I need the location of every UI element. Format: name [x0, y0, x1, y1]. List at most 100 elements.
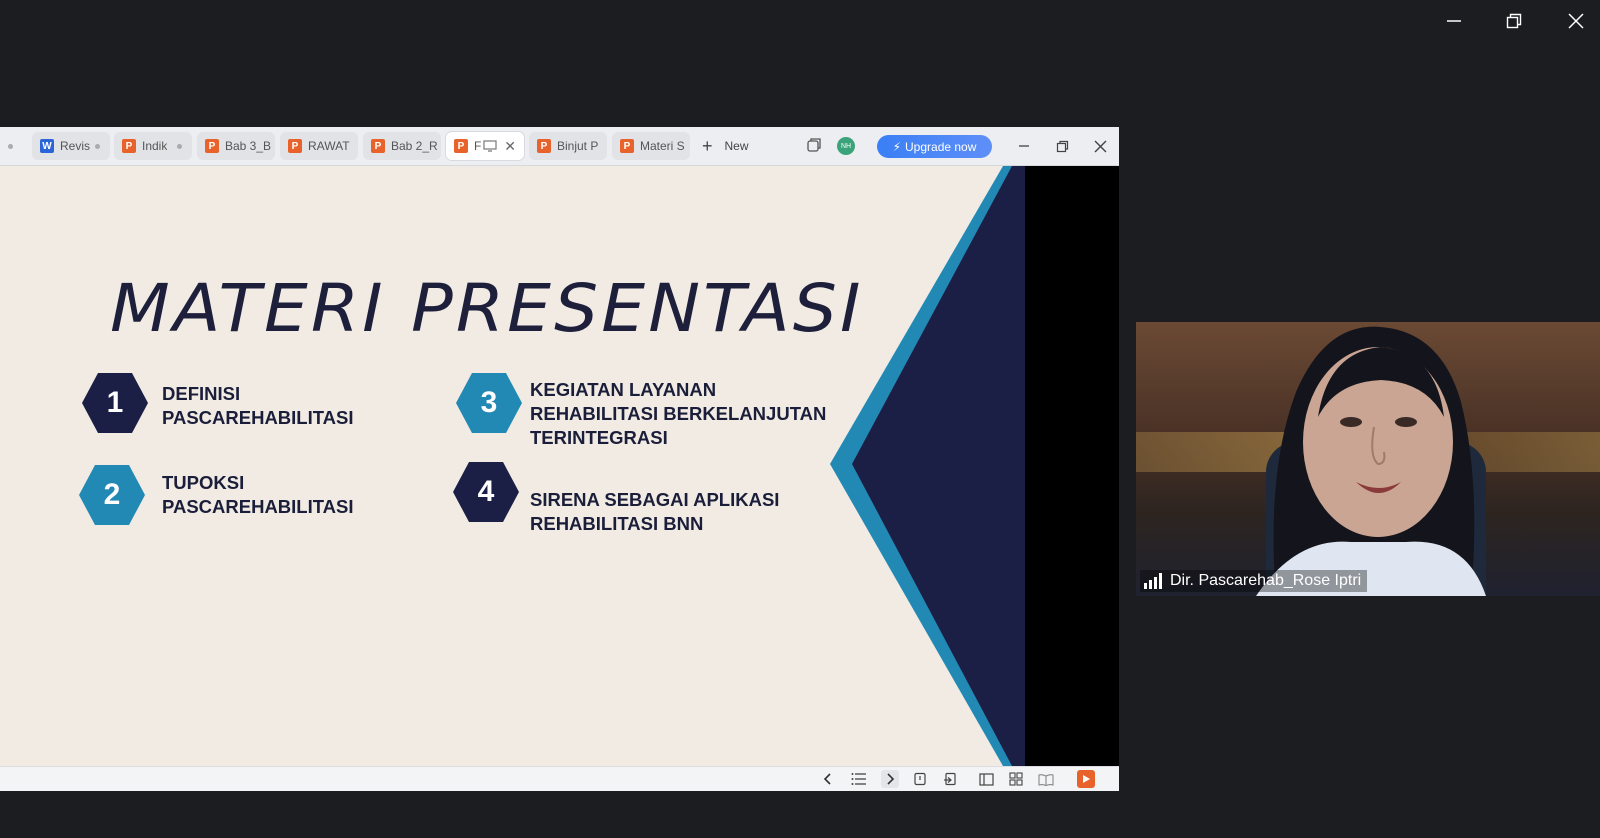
panel-view-icon	[978, 772, 994, 786]
signal-strength-icon	[1144, 573, 1164, 589]
item-text-2: TUPOKSI PASCAREHABILITASI	[162, 471, 354, 519]
ppt-icon: P	[288, 139, 302, 153]
new-tab-button[interactable]: + New	[702, 132, 749, 160]
upgrade-label: Upgrade now	[905, 139, 977, 154]
slideshow-toolbar	[0, 766, 1119, 791]
number-hexagon-1: 1	[82, 373, 148, 433]
previous-slide-button[interactable]	[819, 770, 837, 788]
item-line: PASCAREHABILITASI	[162, 407, 354, 428]
reading-view-button[interactable]	[1037, 770, 1055, 788]
ppt-icon: P	[371, 139, 385, 153]
export-icon	[944, 772, 956, 786]
timer-button[interactable]	[911, 770, 929, 788]
multi-window-icon	[807, 138, 821, 152]
ppt-icon: P	[620, 139, 634, 153]
play-icon	[1083, 775, 1090, 783]
partial-tab-dot	[8, 144, 13, 149]
app-close-button[interactable]	[1085, 133, 1115, 159]
tab-label: Bab 3_B	[225, 139, 272, 153]
participant-name: Dir. Pascarehab_Rose Iptri	[1170, 572, 1362, 589]
tab-label: RAWAT	[308, 139, 350, 153]
tab-presentation-bab3[interactable]: P Bab 3_B	[197, 132, 275, 160]
item-number: 2	[103, 478, 121, 511]
slide-list-button[interactable]	[850, 770, 868, 788]
chevron-right-icon	[887, 773, 895, 785]
item-line: REHABILITASI BERKELANJUTAN	[530, 403, 827, 424]
minimize-icon	[1019, 145, 1029, 147]
export-button[interactable]	[941, 770, 959, 788]
tab-presentation-materi[interactable]: P Materi S	[612, 132, 690, 160]
tab-label: Bab 2_R	[391, 139, 438, 153]
item-number: 1	[106, 386, 124, 419]
ppt-icon: P	[205, 139, 219, 153]
chevron-left-icon	[823, 773, 831, 785]
list-icon	[851, 773, 866, 785]
item-text-3: KEGIATAN LAYANAN REHABILITASI BERKELANJU…	[530, 378, 826, 450]
screen-share-icon	[483, 140, 497, 152]
new-tab-label: New	[724, 139, 749, 153]
plus-icon: +	[702, 135, 713, 156]
play-slideshow-button[interactable]	[1077, 770, 1095, 788]
item-line: TERINTEGRASI	[530, 427, 668, 448]
window-mode-button[interactable]	[806, 137, 822, 158]
tab-presentation-active[interactable]: P F ✕	[446, 132, 524, 160]
app-restore-button[interactable]	[1047, 133, 1077, 159]
normal-view-button[interactable]	[977, 770, 995, 788]
item-number: 4	[477, 475, 495, 508]
lightning-icon: ⚡	[892, 139, 902, 154]
close-icon	[1094, 140, 1106, 152]
item-line: SIRENA SEBAGAI APLIKASI	[530, 489, 780, 510]
participant-name-tag: Dir. Pascarehab_Rose Iptri	[1140, 570, 1368, 592]
ppt-icon: P	[122, 139, 136, 153]
shared-app-window: W Revis P Indik P Bab 3_B P RAWAT P Bab …	[0, 127, 1119, 791]
item-number: 3	[480, 386, 498, 419]
item-text-1: DEFINISI PASCAREHABILITASI	[162, 382, 354, 430]
tab-presentation-binjut[interactable]: P Binjut P	[529, 132, 607, 160]
grid-icon	[1009, 772, 1023, 786]
outer-minimize-button[interactable]	[1431, 6, 1477, 36]
next-slide-button[interactable]	[881, 770, 899, 788]
tab-presentation-bab2[interactable]: P Bab 2_R	[363, 132, 441, 160]
unsaved-dot-icon	[177, 143, 182, 149]
tab-presentation-indik[interactable]: P Indik	[114, 132, 192, 160]
item-line: REHABILITASI BNN	[530, 513, 704, 534]
item-line: TUPOKSI	[162, 472, 245, 493]
word-doc-icon: W	[40, 139, 54, 153]
grid-view-button[interactable]	[1007, 770, 1025, 788]
slide-title: MATERI PRESENTASI	[110, 270, 864, 347]
participant-video-tile[interactable]: Dir. Pascarehab_Rose Iptri	[1136, 322, 1600, 596]
tab-label: Indik	[142, 139, 168, 153]
book-icon	[1038, 773, 1054, 786]
tab-presentation-rawat[interactable]: P RAWAT	[280, 132, 358, 160]
tab-close-icon[interactable]: ✕	[504, 138, 516, 155]
ppt-icon: P	[537, 139, 551, 153]
outer-close-button[interactable]	[1553, 6, 1599, 36]
tab-label: Binjut P	[557, 139, 599, 153]
ppt-icon: P	[454, 139, 468, 153]
unsaved-dot-icon	[95, 143, 100, 149]
app-minimize-button[interactable]	[1009, 133, 1039, 159]
close-icon	[1568, 13, 1584, 29]
item-line: PASCAREHABILITASI	[162, 496, 354, 517]
restore-icon	[1056, 140, 1068, 152]
timer-icon	[914, 772, 926, 786]
minimize-icon	[1447, 20, 1461, 22]
number-hexagon-4: 4	[453, 462, 519, 522]
item-line: DEFINISI	[162, 383, 241, 404]
user-avatar[interactable]: NH	[837, 137, 855, 155]
item-text-4: SIRENA SEBAGAI APLIKASI REHABILITASI BNN	[530, 488, 779, 536]
outer-restore-button[interactable]	[1491, 6, 1537, 36]
number-hexagon-3: 3	[456, 373, 522, 433]
tab-label: Materi S	[640, 139, 685, 153]
number-hexagon-2: 2	[79, 465, 145, 525]
item-line: KEGIATAN LAYANAN	[530, 379, 717, 400]
tab-label: Revis	[60, 139, 91, 153]
presentation-slide: MATERI PRESENTASI 1 DEFINISI PASCAREHABI…	[0, 166, 1025, 766]
upgrade-now-button[interactable]: ⚡ Upgrade now	[877, 135, 992, 158]
tab-bar: W Revis P Indik P Bab 3_B P RAWAT P Bab …	[0, 127, 1119, 166]
restore-icon	[1506, 13, 1522, 29]
slide-letterbox	[1025, 166, 1119, 766]
tab-document-revis[interactable]: W Revis	[32, 132, 110, 160]
tab-label: F	[474, 139, 482, 153]
participant-video-image	[1256, 326, 1486, 596]
